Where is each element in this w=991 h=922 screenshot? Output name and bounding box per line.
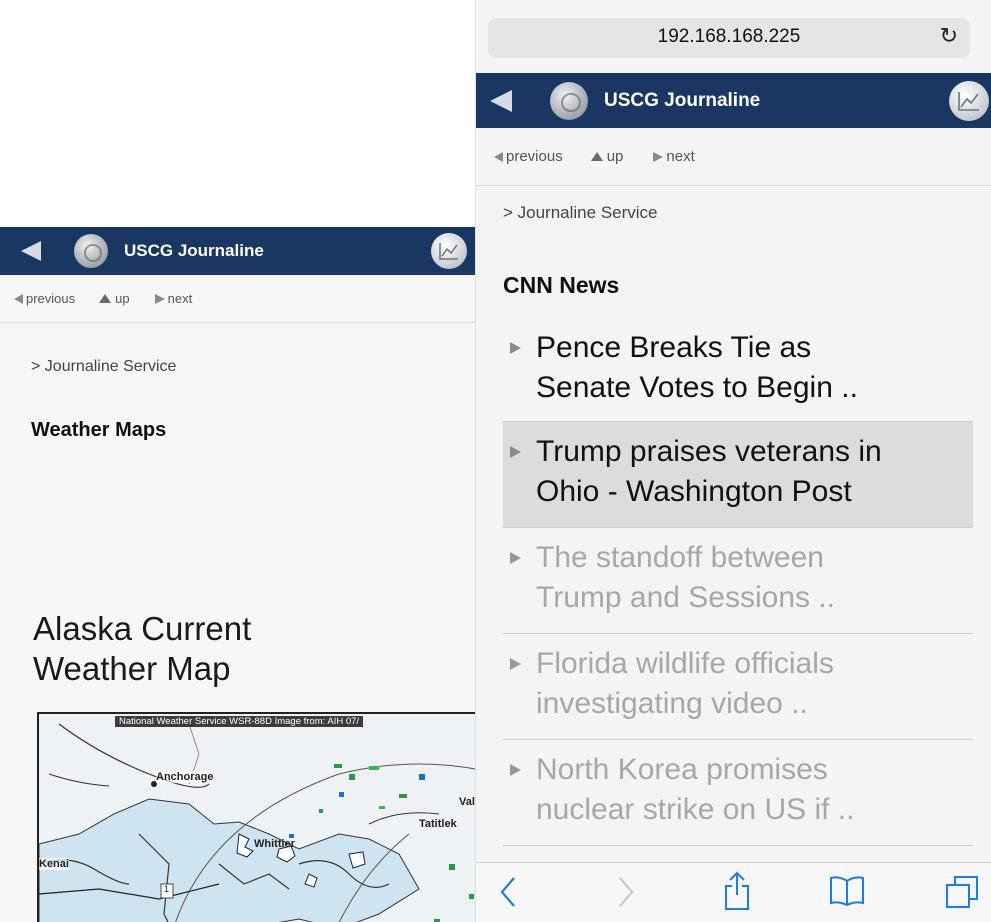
item-arrow-icon (510, 552, 521, 564)
news-item-line2: Senate Votes to Begin .. (536, 371, 858, 404)
map-label-whittier: Whittier (254, 838, 295, 850)
nav-next[interactable]: next (653, 148, 695, 165)
nav-up-label: up (606, 148, 624, 165)
news-item-line1: Trump praises veterans in (536, 435, 882, 468)
map-caption: National Weather Service WSR-88D Image f… (115, 716, 364, 727)
chart-icon[interactable] (431, 233, 467, 269)
map-label-kenai: Kenai (39, 858, 69, 870)
page-title: CNN News (503, 272, 620, 298)
weather-map-graphic (39, 714, 480, 922)
news-item[interactable]: North Korea promises nuclear strike on U… (503, 740, 973, 846)
page-title: Weather Maps (31, 419, 167, 441)
map-title-line2: Weather Map (33, 650, 231, 687)
safari-toolbar (476, 862, 991, 922)
nav-next[interactable]: next (154, 291, 193, 306)
safari-forward-icon[interactable] (616, 875, 636, 914)
nav-up[interactable]: up (590, 148, 624, 165)
map-label-route: 1 (164, 884, 170, 894)
left-app-header: USCG Journaline (0, 227, 480, 275)
nav-next-label: next (666, 148, 695, 165)
right-phone-screen: 192.168.168.225 ↻ USCG Journaline previo… (475, 0, 991, 922)
map-label-anchorage: Anchorage (156, 771, 214, 783)
nav-next-label: next (167, 291, 193, 306)
app-title: USCG Journaline (604, 89, 761, 111)
chart-icon[interactable] (949, 81, 989, 121)
next-arrow-icon (154, 293, 165, 304)
left-nav-bar: previous up next (0, 275, 480, 323)
url-text: 192.168.168.225 (657, 26, 801, 47)
back-arrow-icon[interactable] (21, 241, 41, 261)
previous-arrow-icon (14, 293, 23, 304)
item-arrow-icon (510, 446, 521, 458)
breadcrumb[interactable]: > Journaline Service (503, 203, 658, 223)
share-icon[interactable] (724, 871, 750, 916)
breadcrumb[interactable]: > Journaline Service (31, 358, 176, 376)
news-item-line2: Ohio - Washington Post (536, 475, 852, 508)
up-arrow-icon (99, 294, 112, 303)
map-title-line1: Alaska Current (33, 610, 252, 647)
previous-arrow-icon (494, 151, 503, 162)
item-arrow-icon (510, 342, 521, 354)
map-title: Alaska Current Weather Map (33, 609, 251, 689)
nav-previous[interactable]: previous (494, 148, 563, 165)
reload-icon[interactable]: ↻ (940, 23, 958, 49)
nav-up-label: up (115, 291, 130, 306)
right-nav-bar: previous up next (476, 128, 991, 186)
uscg-logo-icon (550, 81, 588, 120)
item-arrow-icon (510, 764, 521, 776)
left-phone-screen: USCG Journaline previous up next > Journ… (0, 227, 480, 922)
news-item-line2: investigating video .. (536, 687, 808, 720)
news-item-line1: Florida wildlife officials (536, 647, 834, 680)
item-arrow-icon (510, 658, 521, 670)
news-item-line2: nuclear strike on US if .. (536, 793, 855, 826)
news-item[interactable]: Florida wildlife officials investigating… (503, 634, 973, 740)
nav-previous-label: previous (506, 148, 563, 165)
nav-previous-label: previous (26, 291, 76, 306)
right-app-header: USCG Journaline (476, 73, 991, 128)
safari-back-icon[interactable] (498, 875, 518, 914)
news-item-line1: Pence Breaks Tie as (536, 331, 812, 364)
tabs-icon[interactable] (945, 875, 979, 914)
news-item-line1: The standoff between (536, 541, 824, 574)
uscg-logo-icon (74, 234, 108, 268)
address-bar[interactable]: 192.168.168.225 ↻ (488, 18, 970, 58)
weather-map-image: National Weather Service WSR-88D Image f… (37, 712, 480, 922)
news-list: Pence Breaks Tie as Senate Votes to Begi… (503, 328, 973, 846)
nav-previous[interactable]: previous (14, 291, 75, 306)
bookmarks-icon[interactable] (829, 875, 865, 912)
news-item-line1: North Korea promises (536, 753, 828, 786)
nav-up[interactable]: up (99, 291, 130, 306)
map-label-tatitlek: Tatitlek (419, 818, 457, 830)
news-item-line2: Trump and Sessions .. (536, 581, 836, 614)
back-arrow-icon[interactable] (490, 89, 512, 112)
up-arrow-icon (590, 152, 603, 161)
news-item[interactable]: Pence Breaks Tie as Senate Votes to Begi… (503, 328, 973, 422)
next-arrow-icon (653, 151, 664, 162)
news-item-selected[interactable]: Trump praises veterans in Ohio - Washing… (503, 422, 973, 528)
app-title: USCG Journaline (124, 241, 264, 260)
news-item[interactable]: The standoff between Trump and Sessions … (503, 528, 973, 634)
